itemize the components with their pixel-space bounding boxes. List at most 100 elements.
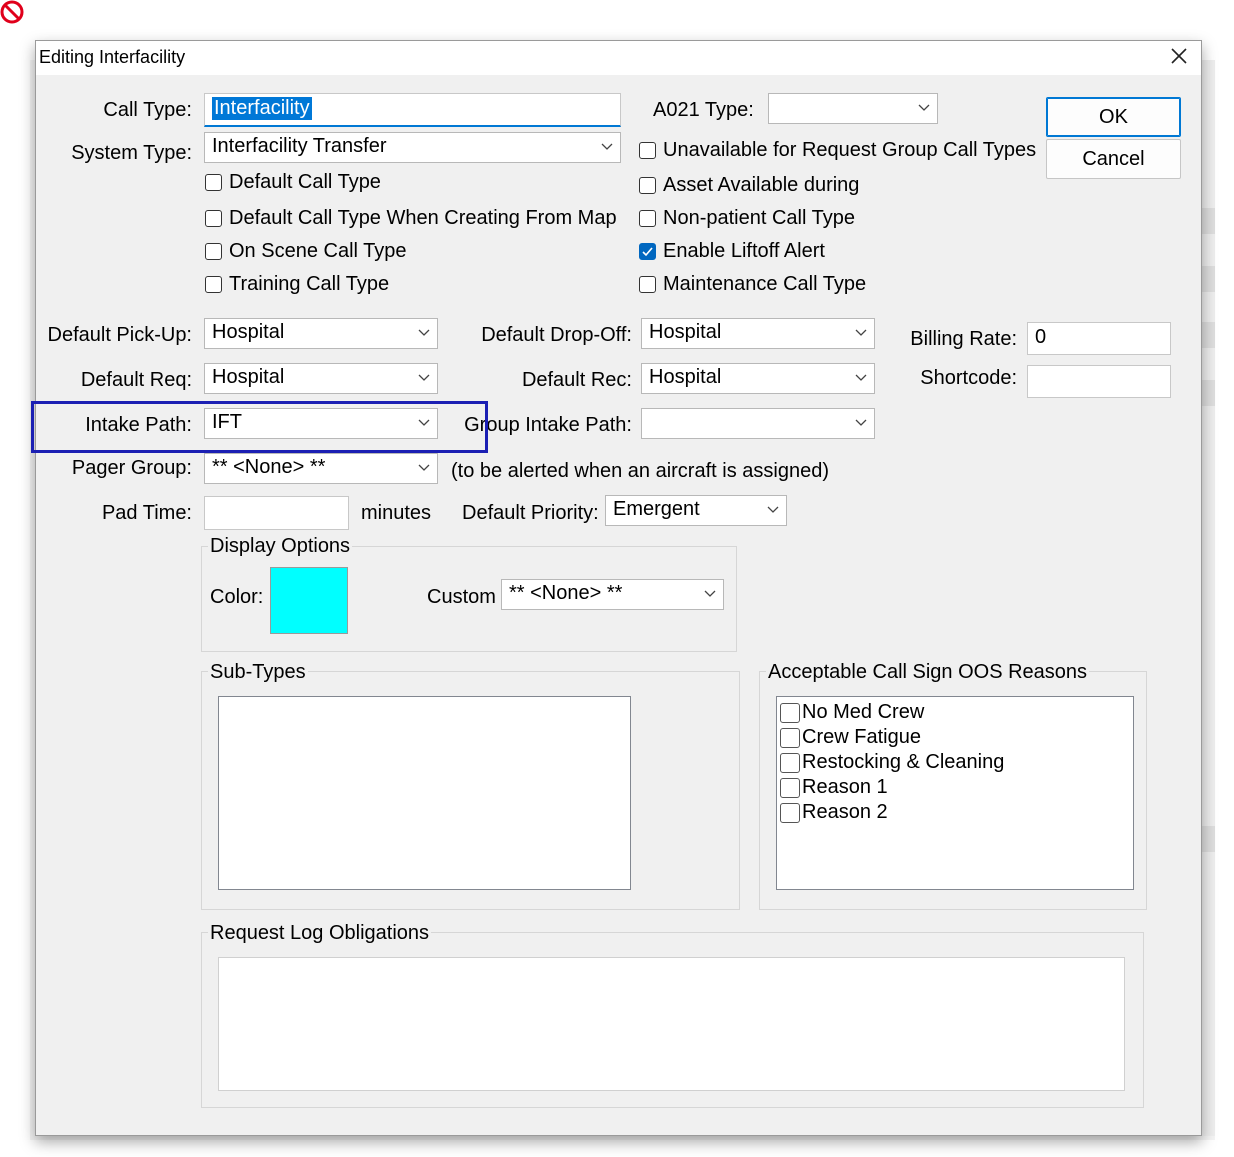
- default-rec-dropdown[interactable]: Hospital: [641, 363, 875, 394]
- color-swatch[interactable]: [270, 567, 348, 634]
- default-call-type-map-label: Default Call Type When Creating From Map: [229, 207, 617, 229]
- default-call-type-label: Default Call Type: [229, 171, 381, 193]
- custom-dropdown[interactable]: ** <None> **: [501, 579, 724, 610]
- background-row: [1201, 826, 1215, 852]
- background-row: [1201, 266, 1215, 292]
- system-type-dropdown[interactable]: Interfacility Transfer: [204, 132, 621, 163]
- pad-time-unit: minutes: [361, 502, 432, 524]
- oos-reasons-title: Acceptable Call Sign OOS Reasons: [766, 661, 1090, 684]
- request-log-list[interactable]: [218, 957, 1125, 1091]
- reason-label: Restocking & Cleaning: [802, 751, 1005, 773]
- background-row: [1201, 322, 1215, 348]
- request-log-title: Request Log Obligations: [208, 922, 432, 945]
- custom-label: Custom: [427, 586, 496, 608]
- maintenance-call-type-checkbox[interactable]: [639, 276, 656, 293]
- default-call-type-map-checkbox[interactable]: [205, 210, 222, 227]
- call-type-value: Interfacility: [212, 97, 312, 120]
- default-req-dropdown[interactable]: Hospital: [204, 363, 438, 394]
- sub-types-list[interactable]: [218, 696, 631, 890]
- background-row: [1201, 380, 1215, 406]
- list-item[interactable]: Crew Fatigue: [777, 725, 1133, 750]
- pager-group-dropdown[interactable]: ** <None> **: [204, 453, 438, 484]
- call-type-label: Call Type:: [103, 99, 192, 121]
- chevron-down-icon: [918, 104, 930, 111]
- chevron-down-icon: [855, 374, 867, 381]
- shortcode-input[interactable]: [1027, 365, 1171, 398]
- list-item[interactable]: Restocking & Cleaning: [777, 750, 1133, 775]
- pad-time-input[interactable]: [204, 496, 349, 530]
- default-req-value: Hospital: [212, 366, 285, 388]
- list-item[interactable]: No Med Crew: [777, 700, 1133, 725]
- reason-label: No Med Crew: [802, 701, 925, 723]
- chevron-down-icon: [704, 590, 716, 597]
- default-rec-value: Hospital: [649, 366, 722, 388]
- default-priority-dropdown[interactable]: Emergent: [605, 495, 787, 526]
- chevron-down-icon: [418, 329, 430, 336]
- display-options-title: Display Options: [208, 535, 353, 558]
- group-intake-path-dropdown[interactable]: [641, 408, 875, 439]
- reason-checkbox[interactable]: [780, 778, 800, 798]
- default-dropoff-dropdown[interactable]: Hospital: [641, 318, 875, 349]
- system-type-label: System Type:: [71, 142, 192, 164]
- ok-button[interactable]: OK: [1046, 97, 1181, 137]
- call-type-input[interactable]: Interfacility: [204, 93, 621, 127]
- on-scene-call-type-checkbox[interactable]: [205, 243, 222, 260]
- shortcode-label: Shortcode:: [920, 367, 1017, 389]
- close-icon[interactable]: [1164, 41, 1194, 71]
- training-call-type-label: Training Call Type: [229, 273, 390, 295]
- reason-label: Reason 1: [802, 776, 888, 798]
- highlight-box: [31, 401, 488, 453]
- pager-group-label: Pager Group:: [71, 457, 192, 479]
- reason-checkbox[interactable]: [780, 703, 800, 723]
- chevron-down-icon: [601, 143, 613, 150]
- system-type-value: Interfacility Transfer: [212, 135, 387, 157]
- chevron-down-icon: [855, 329, 867, 336]
- editing-dialog: Editing Interfacility Call Type: Interfa…: [35, 40, 1202, 1136]
- billing-rate-input[interactable]: 0: [1027, 322, 1171, 355]
- background-row: [1201, 208, 1215, 234]
- unavailable-request-group-checkbox[interactable]: [639, 142, 656, 159]
- pager-group-value: ** <None> **: [212, 456, 326, 478]
- default-req-label: Default Req:: [80, 369, 192, 391]
- unavailable-request-group-label: Unavailable for Request Group Call Types: [663, 139, 1037, 161]
- default-dropoff-label: Default Drop-Off:: [481, 324, 632, 346]
- title-bar: Editing Interfacility: [36, 41, 1201, 75]
- list-item[interactable]: Reason 1: [777, 775, 1133, 800]
- reason-checkbox[interactable]: [780, 728, 800, 748]
- reason-checkbox[interactable]: [780, 753, 800, 773]
- non-patient-call-type-checkbox[interactable]: [639, 210, 656, 227]
- default-pickup-value: Hospital: [212, 321, 285, 343]
- non-patient-call-type-label: Non-patient Call Type: [663, 207, 855, 229]
- asset-available-checkbox[interactable]: [639, 177, 656, 194]
- reason-checkbox[interactable]: [780, 803, 800, 823]
- maintenance-call-type-label: Maintenance Call Type: [663, 273, 867, 295]
- sub-types-title: Sub-Types: [208, 661, 308, 684]
- on-scene-call-type-label: On Scene Call Type: [229, 240, 407, 262]
- a021-type-dropdown[interactable]: [768, 93, 938, 124]
- cancel-button[interactable]: Cancel: [1046, 139, 1181, 179]
- default-pickup-dropdown[interactable]: Hospital: [204, 318, 438, 349]
- chevron-down-icon: [418, 464, 430, 471]
- default-priority-label: Default Priority:: [462, 502, 599, 524]
- custom-value: ** <None> **: [509, 582, 623, 604]
- color-label: Color:: [210, 586, 264, 608]
- default-dropoff-value: Hospital: [649, 321, 722, 343]
- a021-type-label: A021 Type:: [653, 99, 754, 121]
- default-call-type-checkbox[interactable]: [205, 174, 222, 191]
- default-rec-label: Default Rec:: [521, 369, 632, 391]
- training-call-type-checkbox[interactable]: [205, 276, 222, 293]
- enable-liftoff-alert-checkbox[interactable]: [639, 243, 656, 260]
- checkmark-icon: [642, 247, 653, 257]
- default-pickup-label: Default Pick-Up:: [47, 324, 193, 346]
- default-priority-value: Emergent: [613, 498, 700, 520]
- list-item[interactable]: Reason 2: [777, 800, 1133, 825]
- asset-available-label: Asset Available during: [663, 174, 860, 196]
- dialog-title: Editing Interfacility: [39, 47, 186, 67]
- reason-label: Crew Fatigue: [802, 726, 921, 748]
- no-entry-icon: [0, 0, 26, 26]
- chevron-down-icon: [855, 419, 867, 426]
- chevron-down-icon: [418, 374, 430, 381]
- billing-rate-value: 0: [1035, 326, 1047, 348]
- billing-rate-label: Billing Rate:: [910, 328, 1017, 350]
- enable-liftoff-alert-label: Enable Liftoff Alert: [663, 240, 825, 262]
